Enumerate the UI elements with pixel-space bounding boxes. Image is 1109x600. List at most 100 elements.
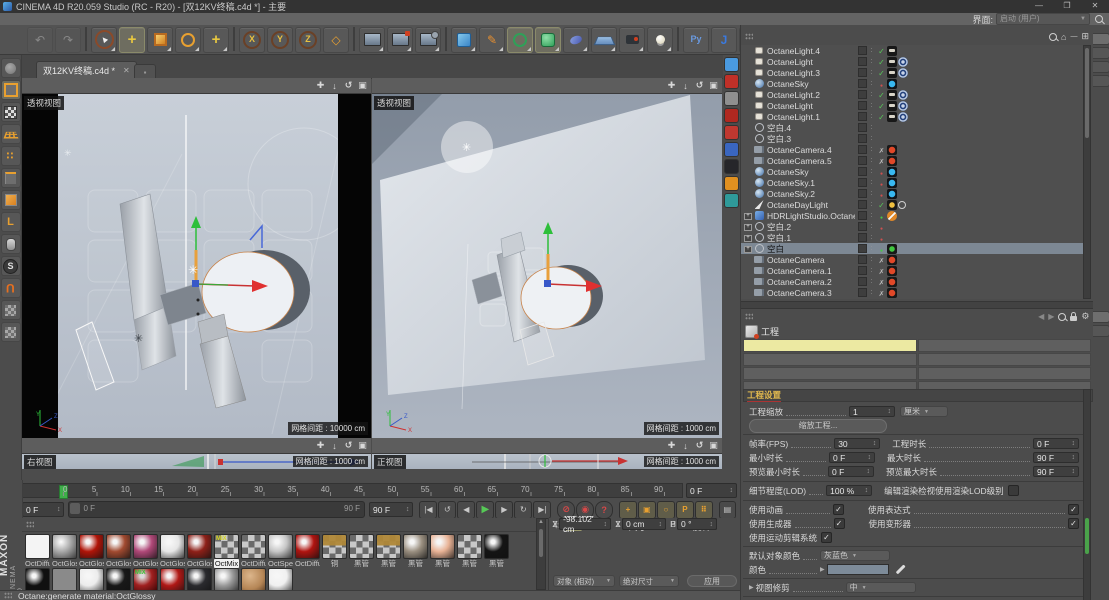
- close-tab-icon[interactable]: ✕: [123, 66, 130, 75]
- viewport-canvas[interactable]: 右视图 网格间距 : 1000 cm: [22, 454, 371, 469]
- tag-camera-icon[interactable]: [887, 276, 897, 287]
- scene-camera-icon[interactable]: [619, 26, 645, 53]
- pen-spline-icon[interactable]: ✎: [479, 26, 505, 53]
- rotate-icon[interactable]: [175, 26, 201, 53]
- OctaneDayLight[interactable]: OctaneDayLight :: [741, 199, 1083, 210]
- material[interactable]: OctSpec: [267, 534, 294, 568]
- material[interactable]: [186, 568, 213, 590]
- tag-target-icon[interactable]: [898, 67, 908, 78]
- enable-state[interactable]: [876, 233, 887, 243]
- palette-octane-icon[interactable]: [724, 57, 739, 72]
- material[interactable]: 黑管: [483, 534, 510, 568]
- material-thumbnail[interactable]: [457, 534, 482, 559]
- viewport-canvas[interactable]: 正视图 网格间距 : 1000 cm: [372, 454, 722, 469]
- visibility-dots[interactable]: :: [867, 91, 876, 98]
- material-thumbnail[interactable]: [268, 568, 293, 590]
- close-button[interactable]: ✕: [1081, 0, 1109, 13]
- palette-red-box-icon[interactable]: [724, 108, 739, 123]
- layer-box[interactable]: [858, 288, 867, 297]
- workplane-mode-icon[interactable]: [0, 124, 21, 144]
- floor-icon[interactable]: [591, 26, 617, 53]
- previous-key-button[interactable]: ↺: [438, 500, 457, 519]
- use-deformers-checkbox[interactable]: [1068, 518, 1079, 529]
- side-tab[interactable]: [1093, 325, 1109, 337]
- material[interactable]: [240, 568, 267, 590]
- enable-state[interactable]: [876, 156, 887, 166]
- enable-state[interactable]: [876, 112, 887, 122]
- color-swatch[interactable]: [826, 564, 889, 575]
- eyedropper-icon[interactable]: [895, 564, 905, 575]
- tag-sky-icon[interactable]: [887, 166, 897, 177]
- key-pla-toggle[interactable]: ⠿: [694, 500, 713, 519]
- coordinate-system-icon[interactable]: ◇: [323, 26, 349, 53]
- panel-grip-icon[interactable]: [745, 33, 753, 40]
- visibility-dots[interactable]: :: [867, 157, 876, 164]
- enable-state[interactable]: [876, 244, 887, 254]
- key-position-toggle[interactable]: +: [618, 500, 637, 519]
- enable-state[interactable]: [876, 288, 887, 298]
- material-thumbnail[interactable]: [160, 568, 185, 590]
- go-to-start-button[interactable]: |◀: [419, 500, 438, 519]
- generator-icon[interactable]: [535, 26, 561, 53]
- toggle-view-icon[interactable]: ▣: [707, 79, 720, 92]
- tag-target-icon[interactable]: [898, 89, 908, 100]
- next-frame-button[interactable]: ▶: [495, 500, 514, 519]
- polygons-mode-icon[interactable]: [0, 190, 21, 210]
- search-icon[interactable]: [1095, 15, 1103, 23]
- panel-grip-icon[interactable]: [26, 521, 34, 528]
- preview-range-slider[interactable]: 0 F 90 F: [68, 501, 366, 518]
- viewport-canvas[interactable]: ✳ 透视视图 网格间距: 1000 cm Y X Z: [372, 94, 722, 438]
- enable-state[interactable]: [876, 189, 887, 199]
- OctaneCamera.1[interactable]: OctaneCamera.1 :: [741, 265, 1083, 276]
- apply-button[interactable]: 应用: [687, 575, 737, 587]
- preview-min-field[interactable]: 0 F ↕: [828, 466, 875, 477]
- material-thumbnail[interactable]: [349, 534, 374, 559]
- lod-field[interactable]: 100 % ↕: [826, 485, 873, 496]
- preview-max-field[interactable]: 90 F ↕: [1033, 466, 1079, 477]
- interface-dropdown[interactable]: 启动 (用户) ▼: [996, 13, 1090, 25]
- material-thumbnail[interactable]: [133, 534, 158, 559]
- attribute-tab[interactable]: [917, 367, 1091, 380]
- cube-primitive-icon[interactable]: [451, 26, 477, 53]
- material-thumbnail[interactable]: [430, 534, 455, 559]
- material-thumbnail[interactable]: [106, 534, 131, 559]
- material[interactable]: OctDiffu: [240, 534, 267, 568]
- material-thumbnail[interactable]: [79, 534, 104, 559]
- visibility-dots[interactable]: :: [867, 69, 876, 76]
- scene-light-icon[interactable]: [647, 26, 673, 53]
- material-thumbnail[interactable]: [79, 568, 104, 590]
- tag-target-icon[interactable]: [898, 56, 908, 67]
- material-thumbnail[interactable]: MIX: [133, 568, 158, 590]
- material-thumbnail[interactable]: [268, 534, 293, 559]
- 空白.1[interactable]: 空白.1 :: [741, 232, 1083, 243]
- range-end-field[interactable]: 90 F ↕: [369, 502, 414, 517]
- max-time-field[interactable]: 90 F ↕: [1033, 452, 1079, 463]
- render-picture-viewer-icon[interactable]: [387, 26, 413, 53]
- key-rotation-toggle[interactable]: ○: [656, 500, 675, 519]
- layer-box[interactable]: [858, 79, 867, 88]
- layer-box[interactable]: [858, 101, 867, 110]
- attribute-object-row[interactable]: 工程: [745, 325, 779, 339]
- OctaneLight.2[interactable]: OctaneLight.2 :: [741, 89, 1083, 100]
- z-axis-lock-icon[interactable]: Z: [295, 26, 321, 53]
- layer-box[interactable]: [858, 277, 867, 286]
- enable-state[interactable]: [876, 167, 887, 177]
- key-parameter-toggle[interactable]: P: [675, 500, 694, 519]
- history-back-icon[interactable]: ◀: [1038, 312, 1044, 321]
- enable-state[interactable]: [876, 90, 887, 100]
- material-thumbnail[interactable]: [484, 534, 509, 559]
- visibility-dots[interactable]: :: [867, 267, 876, 274]
- object-list-scrollbar[interactable]: [1083, 45, 1091, 299]
- toggle-view-icon[interactable]: ▣: [356, 439, 369, 452]
- expand-toggle[interactable]: [743, 223, 753, 231]
- tag-camera-icon[interactable]: [887, 287, 897, 298]
- material[interactable]: 黑管: [429, 534, 456, 568]
- tag-block-icon[interactable]: [887, 210, 897, 221]
- visibility-dots[interactable]: :: [867, 168, 876, 175]
- material-thumbnail[interactable]: [160, 534, 185, 559]
- history-forward-icon[interactable]: ▶: [1048, 312, 1054, 321]
- viewport-right-view[interactable]: ✚ ↓ ↺ ▣ 右视图 网格间距 : 1000 cm: [22, 438, 371, 469]
- material[interactable]: OctGlos: [105, 534, 132, 568]
- subdivision-surface-icon[interactable]: [507, 26, 533, 53]
- material-thumbnail[interactable]: [106, 568, 131, 590]
